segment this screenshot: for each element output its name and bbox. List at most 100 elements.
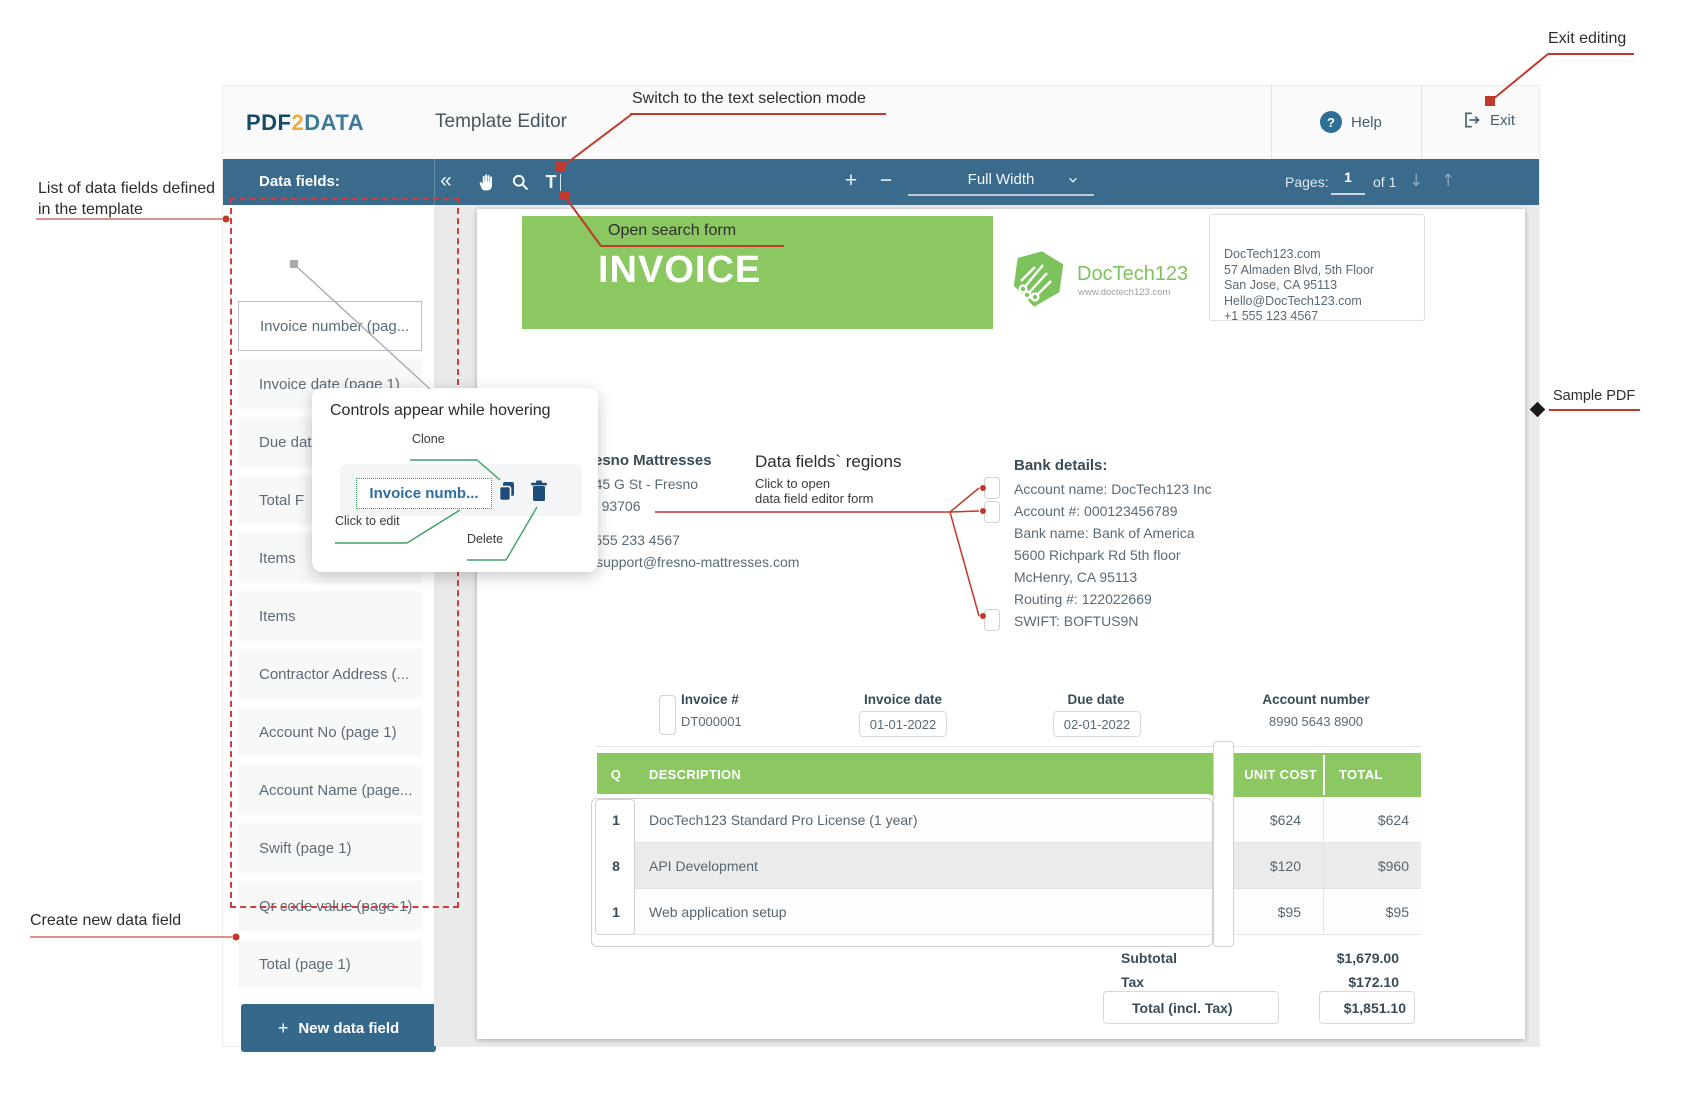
total-value-box[interactable]: $1,851.10	[1319, 991, 1415, 1024]
new-data-field-button[interactable]: + New data field	[241, 1004, 436, 1052]
sidebar-title: Data fields:	[259, 173, 340, 190]
cell-total: $960	[1291, 843, 1409, 889]
header-divider	[1421, 86, 1422, 159]
exit-button[interactable]: Exit	[1461, 110, 1515, 130]
bank-line: Account name: DocTech123 Inc	[1014, 481, 1212, 497]
meta-label-invoice-no: Invoice #	[681, 692, 739, 707]
bank-heading: Bank details:	[1014, 457, 1107, 474]
zoom-out-button[interactable]: −	[873, 167, 899, 195]
from-email: E. support@fresno-mattresses.com	[579, 554, 799, 570]
meta-value-account-number: 8990 5643 8900	[1241, 714, 1391, 729]
logo-pdf: PDF	[246, 110, 292, 135]
exit-label: Exit	[1490, 112, 1515, 129]
help-icon: ?	[1320, 111, 1342, 133]
table-header-q: Q	[597, 767, 635, 782]
company-line: San Jose, CA 95113	[1224, 278, 1424, 294]
company-address-box: DocTech123.com 57 Almaden Blvd, 5th Floo…	[1209, 214, 1425, 321]
annotation-regions-sub1: Click to open	[755, 476, 901, 491]
doctech-logo	[1009, 249, 1067, 309]
text-selection-icon[interactable]: T	[538, 168, 568, 196]
meta-divider	[597, 746, 1421, 747]
total-value: $1,851.10	[1344, 1000, 1406, 1016]
from-name: Fresno Mattresses	[579, 452, 712, 469]
page-up-icon[interactable]: ↑	[1441, 171, 1455, 191]
subtotal-value: $1,679.00	[1251, 950, 1399, 966]
fit-mode-underline	[908, 194, 1094, 196]
bank-line: SWIFT: BOFTUS9N	[1014, 613, 1138, 629]
pan-hand-icon[interactable]	[475, 170, 499, 194]
meta-value-invoice-date[interactable]: 01-01-2022	[859, 711, 947, 737]
click-to-edit-label: Click to edit	[335, 514, 400, 528]
cell-description: DocTech123 Standard Pro License (1 year)	[649, 797, 917, 843]
sidebar-item-total[interactable]: Total (page 1)	[238, 939, 422, 989]
meta-label-invoice-date: Invoice date	[859, 692, 947, 707]
pages-total: of 1	[1373, 174, 1396, 190]
meta-value-due-date[interactable]: 02-01-2022	[1053, 711, 1141, 737]
table-header-description: DESCRIPTION	[649, 767, 741, 782]
meta-label-due-date: Due date	[1053, 692, 1139, 707]
page-down-icon[interactable]: ↓	[1409, 171, 1423, 191]
company-line: DocTech123.com	[1224, 247, 1424, 263]
annotation-fields-list-line1: List of data fields defined	[38, 178, 215, 199]
bank-line: Routing #: 122022669	[1014, 591, 1152, 607]
company-line: Hello@DocTech123.com	[1224, 294, 1424, 310]
data-field-region-marker[interactable]	[984, 609, 1000, 631]
search-icon[interactable]	[508, 170, 532, 194]
annotation-text-mode: Switch to the text selection mode	[632, 90, 866, 108]
logo-data: DATA	[304, 110, 364, 135]
delete-icon[interactable]	[530, 480, 548, 504]
data-field-region-marker[interactable]	[984, 501, 1000, 523]
plus-icon: +	[278, 1018, 289, 1039]
delete-label: Delete	[467, 532, 503, 546]
collapse-sidebar-icon[interactable]: «	[434, 167, 458, 195]
cell-unit-cost: $120	[1141, 843, 1301, 889]
cell-description: API Development	[649, 843, 758, 889]
zoom-in-button[interactable]: +	[838, 167, 864, 195]
chevron-down-icon	[1066, 173, 1080, 187]
annotation-sample-pdf: Sample PDF	[1553, 388, 1635, 404]
text-cursor	[560, 174, 561, 191]
page-number-input[interactable]: 1	[1331, 169, 1365, 195]
total-label-box[interactable]: Total (incl. Tax)	[1103, 991, 1279, 1024]
sidebar-item-label: Total (page 1)	[259, 956, 351, 973]
bank-line: McHenry, CA 95113	[1014, 569, 1137, 585]
clone-icon[interactable]	[498, 481, 517, 503]
doctech-logo-url: www.doctech123.com	[1078, 287, 1170, 298]
data-field-region-marker[interactable]	[984, 477, 1000, 499]
help-button[interactable]: ? Help	[1320, 111, 1382, 133]
tax-label: Tax	[1121, 974, 1144, 990]
text-tool-glyph: T	[546, 172, 557, 193]
bank-line: Account #: 000123456789	[1014, 503, 1177, 519]
exit-icon	[1461, 110, 1481, 130]
meta-label-account-number: Account number	[1241, 692, 1391, 707]
fit-mode-select[interactable]: Full Width	[908, 167, 1094, 197]
cell-unit-cost: $624	[1141, 797, 1301, 843]
cell-description: Web application setup	[649, 889, 787, 935]
annotation-fields-list-line2: in the template	[38, 199, 215, 220]
total-label: Total (incl. Tax)	[1132, 1000, 1233, 1016]
annotation-regions-title: Data fields` regions	[755, 452, 901, 472]
annotation-create-field: Create new data field	[30, 912, 181, 930]
meta-box-text: 01-01-2022	[870, 717, 937, 732]
pages-label: Pages:	[1285, 174, 1329, 190]
subtotal-label: Subtotal	[1121, 950, 1177, 966]
data-field-region-marker[interactable]	[659, 695, 676, 735]
cell-qty: 8	[597, 843, 635, 889]
popup-title: Controls appear while hovering	[330, 402, 551, 420]
screenshot-root: PDF2DATA Template Editor ? Help Exit Dat…	[0, 0, 1683, 1116]
pdf-canvas[interactable]: INVOICE DocTech123 www.doctech	[434, 205, 1539, 1046]
field-chip[interactable]: Invoice numb...	[356, 478, 492, 509]
invoice-banner: INVOICE	[522, 216, 993, 329]
new-data-field-label: New data field	[298, 1020, 399, 1037]
doctech-logo-icon	[1009, 249, 1067, 309]
doctech-logo-name: DocTech123	[1077, 263, 1188, 286]
annotation-regions-sub2: data field editor form	[755, 491, 901, 506]
clone-label: Clone	[412, 432, 445, 446]
logo-2: 2	[292, 110, 305, 135]
help-label: Help	[1351, 114, 1382, 131]
meta-box-text: 02-01-2022	[1064, 717, 1131, 732]
page-title: Template Editor	[435, 111, 567, 133]
invoice-title: INVOICE	[598, 249, 761, 292]
cell-total: $95	[1291, 889, 1409, 935]
company-line: 57 Almaden Blvd, 5th Floor	[1224, 263, 1424, 279]
